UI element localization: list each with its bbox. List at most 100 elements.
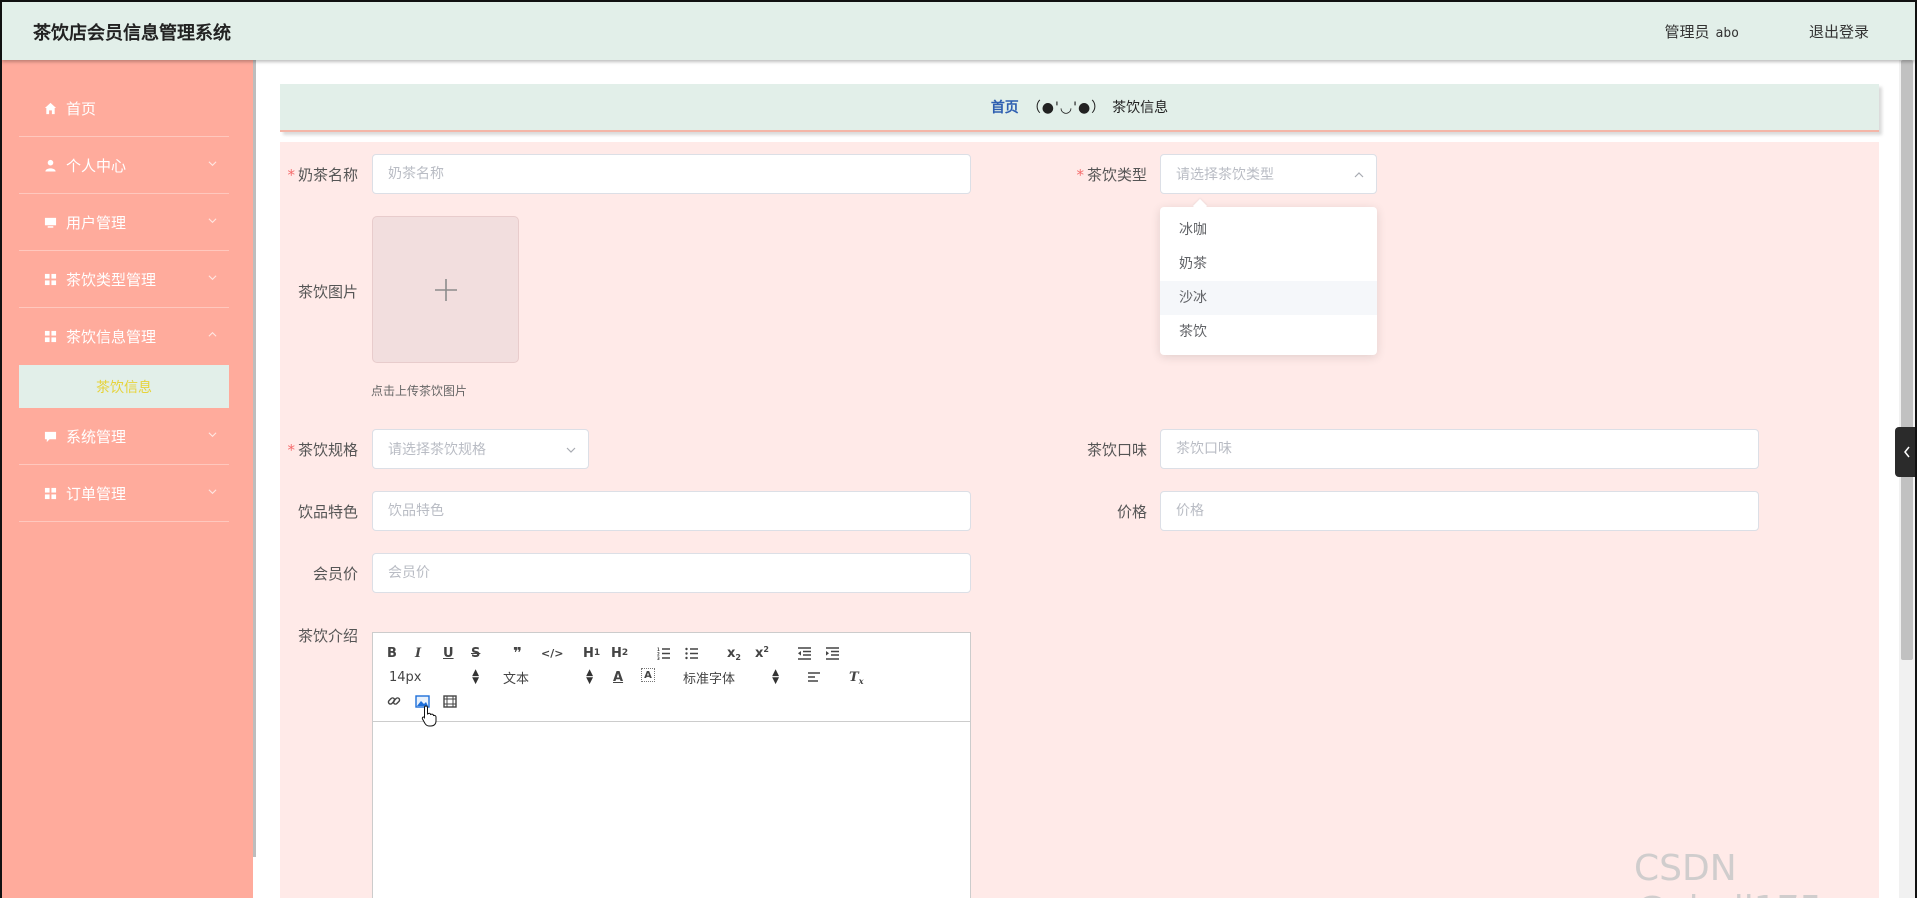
name-input[interactable] <box>372 154 971 194</box>
spec-select-placeholder: 请选择茶饮规格 <box>388 442 486 458</box>
price-input[interactable] <box>1160 491 1759 531</box>
home-icon <box>43 101 58 116</box>
feature-label: 饮品特色 <box>297 503 358 521</box>
text-style-value: 文本 <box>503 671 530 687</box>
updown-icon: ▲ ▼ <box>772 668 779 686</box>
sidebar-item-label: 用户管理 <box>66 213 127 232</box>
text-style-select[interactable]: 文本 ▲ ▼ <box>503 668 593 687</box>
svg-text:3: 3 <box>657 656 660 660</box>
clear-format-icon[interactable]: Tx <box>849 668 863 687</box>
chevron-down-icon <box>208 432 217 438</box>
font-size-select[interactable]: 14px ▲ ▼ <box>389 668 479 686</box>
bold-icon[interactable]: B <box>387 644 397 662</box>
submenu-item-tea-info[interactable]: 茶饮信息 <box>19 365 229 408</box>
grid-icon <box>43 272 58 287</box>
user-icon <box>43 158 58 173</box>
member-price-input[interactable] <box>372 553 971 593</box>
dropdown-option[interactable]: 沙冰 <box>1160 281 1377 315</box>
flavor-input[interactable] <box>1160 429 1759 469</box>
watermark: CSDN @sheji175 <box>1634 848 1822 898</box>
upload-hint: 点击上传茶饮图片 <box>371 384 468 398</box>
sidebar-item-home[interactable]: 首页 <box>19 80 229 137</box>
code-icon[interactable]: </> <box>541 644 563 662</box>
chat-icon <box>43 429 58 444</box>
heading2-icon[interactable]: H2 <box>611 644 628 662</box>
underline-icon[interactable]: U <box>443 644 454 662</box>
required-mark: * <box>1076 166 1084 184</box>
sidebar-item-label: 茶饮信息管理 <box>66 328 157 346</box>
grid-icon <box>43 329 58 344</box>
flavor-label: 茶饮口味 <box>1086 441 1147 459</box>
breadcrumb-current: 茶饮信息 <box>1112 100 1169 116</box>
price-label: 价格 <box>1116 503 1147 521</box>
sidebar-item-system[interactable]: 系统管理 <box>19 408 229 465</box>
monitor-icon <box>43 215 58 230</box>
hand-cursor-icon <box>421 705 437 727</box>
link-icon[interactable] <box>387 692 401 710</box>
breadcrumb-home-link[interactable]: 首页 <box>991 97 1019 117</box>
type-dropdown: 冰咖 奶茶 沙冰 茶饮 <box>1160 207 1377 355</box>
plus-icon <box>434 278 457 301</box>
breadcrumb: 首页 （●'◡'●） 茶饮信息 <box>280 84 1879 132</box>
required-mark: * <box>287 441 295 459</box>
grid-icon <box>43 486 58 501</box>
superscript-icon[interactable]: x2 <box>755 644 769 662</box>
video-icon[interactable] <box>443 692 457 710</box>
dropdown-option[interactable]: 冰咖 <box>1160 213 1377 247</box>
sidebar: 首页 个人中心 用户管理 茶饮类型管理 茶饮信息管理 茶饮信息 系统管理 订单管… <box>2 60 253 898</box>
blockquote-icon[interactable]: ❞ <box>513 644 522 662</box>
ordered-list-icon[interactable]: 123 <box>657 644 671 662</box>
side-panel-toggle[interactable] <box>1895 427 1915 477</box>
sidebar-item-orders[interactable]: 订单管理 <box>19 465 229 522</box>
admin-label: 管理员 <box>1664 23 1710 41</box>
app-title: 茶饮店会员信息管理系统 <box>33 23 231 44</box>
dropdown-option[interactable]: 奶茶 <box>1160 247 1377 281</box>
spec-label-text: 茶饮规格 <box>297 441 358 459</box>
page-scrollbar-thumb[interactable] <box>1901 60 1913 660</box>
breadcrumb-separator: （●'◡'●） <box>1026 100 1107 116</box>
image-label: 茶饮图片 <box>297 283 358 301</box>
sidebar-item-tea-info[interactable]: 茶饮信息管理 <box>19 308 229 365</box>
intro-label: 茶饮介绍 <box>297 627 358 645</box>
sidebar-item-tea-types[interactable]: 茶饮类型管理 <box>19 251 229 308</box>
chevron-down-icon <box>566 447 576 453</box>
editor-content[interactable] <box>373 722 970 898</box>
font-size-value: 14px <box>389 669 422 685</box>
type-select-placeholder: 请选择茶饮类型 <box>1176 167 1274 183</box>
bullet-list-icon[interactable] <box>685 644 699 662</box>
sidebar-menu: 首页 个人中心 用户管理 茶饮类型管理 茶饮信息管理 茶饮信息 系统管理 订单管… <box>19 80 229 522</box>
admin-name: abo <box>1715 26 1739 41</box>
editor-toolbar: B I U S ❞ </> H1 H2 123 x2 x2 14px ▲ ▼ 文… <box>373 633 970 727</box>
dropdown-option[interactable]: 茶饮 <box>1160 315 1377 349</box>
sidebar-item-users[interactable]: 用户管理 <box>19 194 229 251</box>
outdent-icon[interactable] <box>797 644 812 662</box>
font-family-select[interactable]: 标准字体 ▲ ▼ <box>683 668 779 687</box>
type-select[interactable]: 请选择茶饮类型 <box>1160 154 1377 194</box>
image-upload-button[interactable] <box>372 216 519 363</box>
type-label: * 茶饮类型 <box>1027 164 1147 185</box>
logout-link[interactable]: 退出登录 <box>1809 21 1869 42</box>
sidebar-item-profile[interactable]: 个人中心 <box>19 137 229 194</box>
italic-icon[interactable]: I <box>415 644 421 662</box>
name-label: * 奶茶名称 <box>238 164 358 185</box>
align-icon[interactable] <box>807 668 821 686</box>
strikethrough-icon[interactable]: S <box>471 644 480 662</box>
spec-label: * 茶饮规格 <box>238 439 358 460</box>
indent-icon[interactable] <box>825 644 840 662</box>
font-color-icon[interactable]: A <box>613 668 623 686</box>
updown-icon: ▲ ▼ <box>472 668 479 686</box>
name-label-text: 奶茶名称 <box>297 166 358 184</box>
heading1-icon[interactable]: H1 <box>583 644 600 662</box>
subscript-icon[interactable]: x2 <box>727 644 741 662</box>
feature-input[interactable] <box>372 491 971 531</box>
type-label-text: 茶饮类型 <box>1086 166 1147 184</box>
spec-select[interactable]: 请选择茶饮规格 <box>372 429 589 469</box>
sidebar-item-label: 茶饮类型管理 <box>66 270 157 289</box>
background-color-icon[interactable]: A <box>641 668 655 682</box>
updown-icon: ▲ ▼ <box>586 668 593 686</box>
chevron-down-icon <box>208 489 217 495</box>
chevron-left-icon <box>1904 446 1910 458</box>
sidebar-item-label: 订单管理 <box>66 484 127 503</box>
rich-text-editor: B I U S ❞ </> H1 H2 123 x2 x2 14px ▲ ▼ 文… <box>372 632 971 898</box>
chevron-down-icon <box>208 218 217 224</box>
